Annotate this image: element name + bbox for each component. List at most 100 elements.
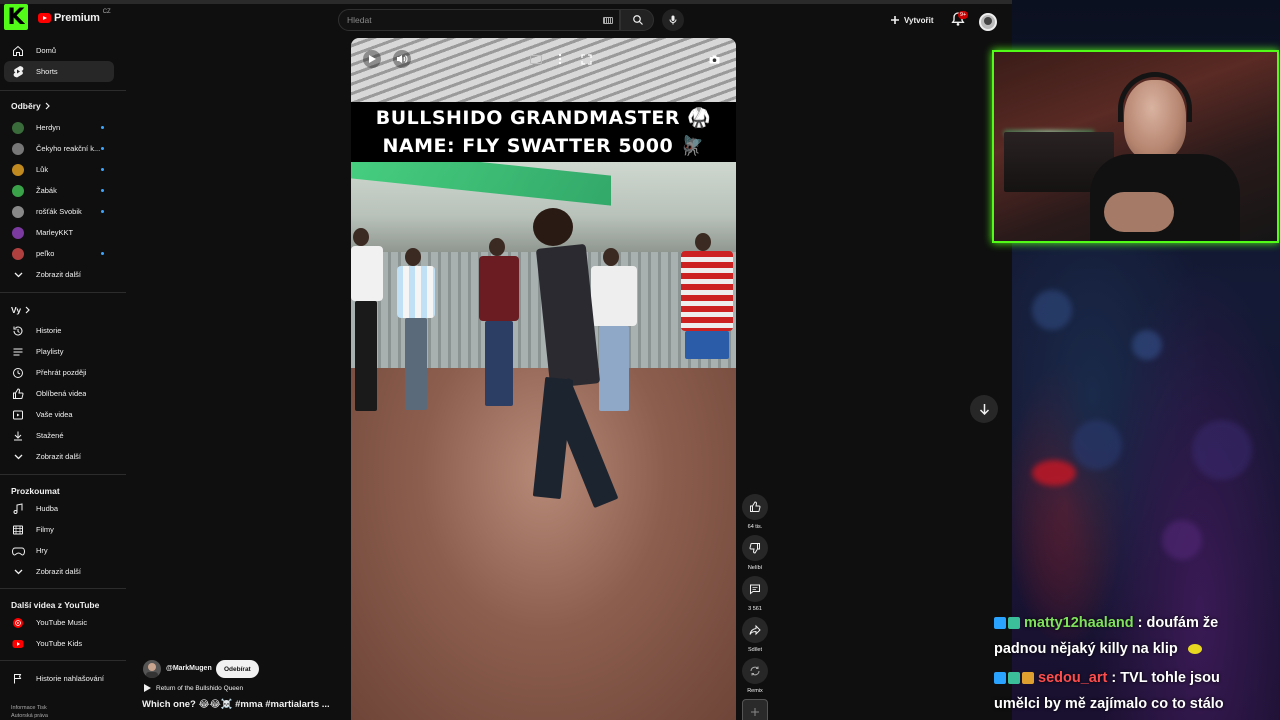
sidebar-item-report-history[interactable]: Historie nahlašování: [4, 668, 114, 689]
sidebar-item-games[interactable]: Hry: [4, 540, 114, 561]
video-icon: [11, 408, 25, 422]
next-short-button[interactable]: [970, 395, 998, 423]
comment-icon: [750, 584, 760, 595]
chevron-down-icon: [11, 565, 25, 579]
chat-text: : doufám že: [1137, 615, 1219, 631]
channel-avatar: [12, 142, 24, 155]
sidebar-item-watch-later[interactable]: Přehrát později: [4, 362, 114, 383]
play-icon: [369, 55, 376, 63]
chevron-right-icon: [25, 306, 30, 314]
you-heading[interactable]: Vy: [11, 305, 31, 315]
sidebar-item-films[interactable]: Filmy: [4, 519, 114, 540]
create-button[interactable]: Vytvořit: [890, 10, 934, 30]
channel-avatar: [12, 184, 24, 197]
sidebar-item-downloads[interactable]: Stažené: [4, 425, 114, 446]
sidebar-item-label: Vaše videa: [36, 410, 73, 419]
dislike-button[interactable]: [742, 535, 768, 561]
sidebar-show-more-you[interactable]: Zobrazit další: [4, 446, 114, 467]
sidebar-item-label: Hudba: [36, 504, 59, 513]
sidebar-item-label: Zobrazit další: [36, 270, 82, 279]
video-frame-roof: [351, 38, 736, 102]
like-button[interactable]: [742, 494, 768, 520]
chat-text: : TVL tohle jsou: [1111, 670, 1220, 686]
youtube-logo[interactable]: Premium CZ: [38, 9, 111, 24]
microphone-icon: [669, 15, 677, 25]
youtube-play-icon: [38, 13, 51, 23]
new-content-dot: [101, 210, 104, 213]
explore-heading: Prozkoumat: [11, 486, 60, 496]
screenshot-button[interactable]: [705, 50, 723, 68]
voice-search-button[interactable]: [662, 9, 684, 31]
share-button[interactable]: [742, 617, 768, 643]
sidebar-divider: [0, 588, 126, 589]
sidebar-item-home[interactable]: Domů: [4, 40, 114, 61]
sidebar-item-music[interactable]: Hudba: [4, 498, 114, 519]
sidebar-item-label: MarleyKKT: [36, 228, 74, 237]
thumbs-down-icon: [749, 543, 760, 554]
sidebar-item-cekyho[interactable]: Čekyho reakční k...: [4, 138, 114, 159]
sidebar-item-your-videos[interactable]: Vaše videa: [4, 404, 114, 425]
sidebar-item-youtube-kids[interactable]: YouTube Kids: [4, 633, 114, 654]
new-content-dot: [101, 252, 104, 255]
sidebar-item-playlists[interactable]: Playlisty: [4, 341, 114, 362]
comments-button[interactable]: [742, 576, 768, 602]
more-vertical-icon: [558, 53, 562, 65]
flag-icon: [11, 672, 25, 686]
gamepad-icon: [11, 544, 25, 558]
new-content-dot: [101, 147, 104, 150]
sidebar-item-marleykkt[interactable]: MarleyKKT: [4, 222, 114, 243]
headset: [1118, 72, 1192, 122]
sidebar-divider: [0, 660, 126, 661]
sidebar-item-shorts[interactable]: Shorts: [4, 61, 114, 82]
chevron-down-icon: [11, 268, 25, 282]
channel-handle[interactable]: @MarkMugen: [166, 665, 212, 672]
notification-badge: 9+: [958, 11, 969, 19]
header: K Premium CZ Hledat Vytvořit 9+: [0, 4, 1012, 38]
remix-button[interactable]: [742, 658, 768, 684]
dislike-label: Nelíbí: [747, 565, 763, 571]
keyboard-icon[interactable]: [603, 17, 613, 24]
short-video-player[interactable]: BULLSHIDO GRANDMASTER 🥋 NAME: FLY SWATTE…: [351, 38, 736, 720]
sidebar-item-luk[interactable]: Lůk: [4, 159, 114, 180]
channel-avatar: [12, 121, 24, 134]
caption-line-2: NAME: FLY SWATTER 5000 🪰: [382, 135, 705, 157]
search-input[interactable]: Hledat: [338, 9, 620, 31]
sidebar-item-label: Žabák: [36, 186, 57, 195]
channel-avatar: [12, 163, 24, 176]
clock-icon: [11, 366, 25, 380]
channel-avatar[interactable]: [143, 660, 161, 678]
sidebar-show-more-subscriptions[interactable]: Zobrazit další: [4, 264, 114, 285]
footer-links[interactable]: Informace Tisk: [11, 705, 47, 711]
subscribe-button[interactable]: Odebírat: [216, 660, 259, 678]
emote-icon: [1187, 644, 1202, 655]
shorts-icon: [11, 65, 25, 79]
sidebar-item-svobik[interactable]: rošťák Svobik: [4, 201, 114, 222]
sidebar-item-youtube-music[interactable]: YouTube Music: [4, 612, 114, 633]
sidebar-item-pelko[interactable]: peľko: [4, 243, 114, 264]
channel-avatar: [12, 205, 24, 218]
volume-button[interactable]: [393, 50, 411, 68]
fullscreen-button[interactable]: [577, 50, 595, 68]
short-title[interactable]: Which one? 😂😂☠️ #mma #martialarts ...: [142, 699, 330, 710]
sidebar-item-label: rošťák Svobik: [36, 207, 82, 216]
footer-copyright[interactable]: Autorská práva: [11, 713, 48, 719]
sidebar-item-liked[interactable]: Oblíbená videa: [4, 383, 114, 404]
chat-username[interactable]: matty12haaland: [1024, 615, 1134, 631]
sound-link[interactable]: Return of the Bullshido Queen: [143, 684, 243, 692]
sidebar-item-zabak[interactable]: Žabák: [4, 180, 114, 201]
sidebar-item-history[interactable]: Historie: [4, 320, 114, 341]
sidebar-show-more-explore[interactable]: Zobrazit další: [4, 561, 114, 582]
sound-thumbnail[interactable]: [742, 699, 768, 720]
search-button[interactable]: [620, 9, 654, 31]
captions-button[interactable]: [527, 50, 545, 68]
sidebar-item-herdyn[interactable]: Herdyn: [4, 117, 114, 138]
more-options-button[interactable]: [551, 50, 569, 68]
badge-icon: [1022, 672, 1034, 685]
chat-username[interactable]: sedou_art: [1038, 670, 1107, 686]
play-button[interactable]: [363, 50, 381, 68]
account-avatar[interactable]: [979, 13, 997, 31]
share-label: Sdílet: [747, 647, 763, 653]
sidebar-item-label: YouTube Music: [36, 618, 88, 627]
subscriptions-heading[interactable]: Odběry: [11, 101, 51, 111]
search-placeholder: Hledat: [347, 15, 372, 25]
